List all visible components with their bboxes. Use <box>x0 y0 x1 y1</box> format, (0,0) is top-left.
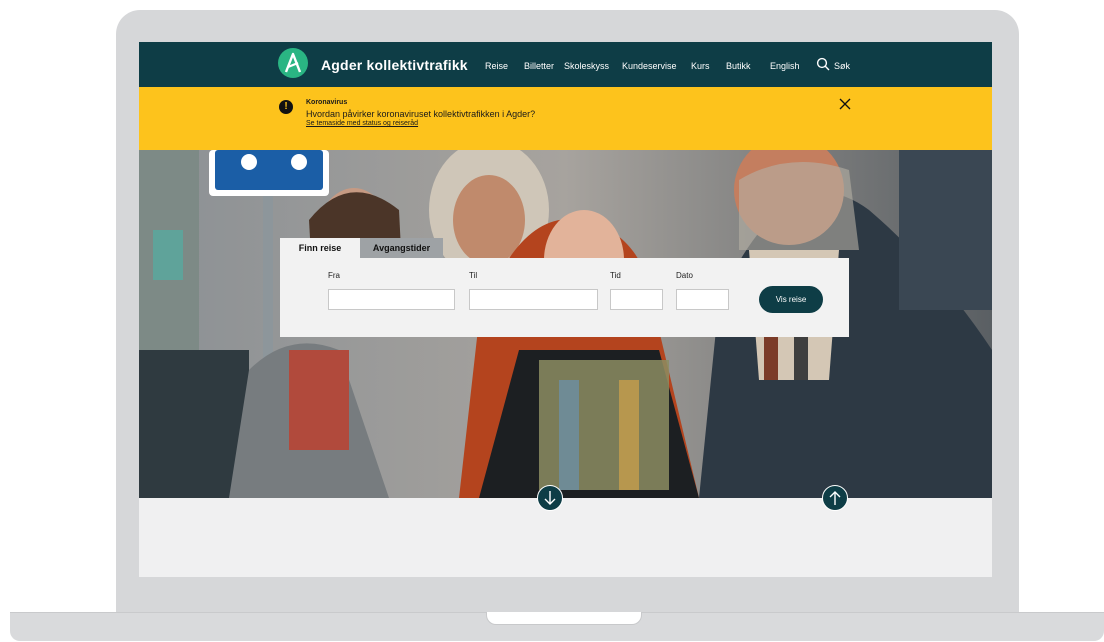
arrow-down-icon[interactable] <box>537 485 563 511</box>
nav-reise[interactable]: Reise <box>485 61 508 71</box>
page-content-area <box>139 498 992 577</box>
alert-text: Hvordan påvirker koronaviruset kollektiv… <box>306 109 536 119</box>
show-trip-button[interactable]: Vis reise <box>759 286 823 313</box>
from-input[interactable] <box>328 289 455 310</box>
alert-title: Koronavirus <box>306 99 348 106</box>
nav-kundeservise[interactable]: Kundeservise <box>622 61 677 71</box>
tab-finn-reise[interactable]: Finn reise <box>280 238 360 258</box>
nav-billetter[interactable]: Billetter <box>524 61 554 71</box>
to-input[interactable] <box>469 289 598 310</box>
exclamation-icon: ! <box>279 100 293 114</box>
date-label: Dato <box>676 271 693 280</box>
to-label: Til <box>469 271 478 280</box>
date-input[interactable] <box>676 289 729 310</box>
time-input[interactable] <box>610 289 663 310</box>
arrow-up-icon[interactable] <box>822 485 848 511</box>
hero-image: Finn reise Avgangstider Fra Til Tid Dato… <box>139 150 992 498</box>
brand-name[interactable]: Agder kollektivtrafikk <box>321 57 468 73</box>
search-label[interactable]: Søk <box>834 61 850 71</box>
close-icon[interactable] <box>839 98 851 114</box>
laptop-notch <box>486 612 642 625</box>
time-label: Tid <box>610 271 621 280</box>
trip-search-panel: Fra Til Tid Dato Vis reise <box>280 258 849 337</box>
corona-alert-banner: ! Koronavirus Hvordan påvirker koronavir… <box>139 87 992 150</box>
site-header: Agder kollektivtrafikk Reise Billetter S… <box>139 42 992 87</box>
from-label: Fra <box>328 271 340 280</box>
browser-screen: Agder kollektivtrafikk Reise Billetter S… <box>139 42 992 577</box>
nav-kurs[interactable]: Kurs <box>691 61 710 71</box>
agder-logo-icon[interactable] <box>278 48 308 78</box>
nav-skoleskyss[interactable]: Skoleskyss <box>564 61 609 71</box>
search-icon[interactable] <box>816 57 830 71</box>
nav-english[interactable]: English <box>770 61 800 71</box>
nav-butikk[interactable]: Butikk <box>726 61 751 71</box>
alert-link[interactable]: Se temaside med status og reiseråd <box>306 120 418 127</box>
tab-avgangstider[interactable]: Avgangstider <box>360 238 443 258</box>
